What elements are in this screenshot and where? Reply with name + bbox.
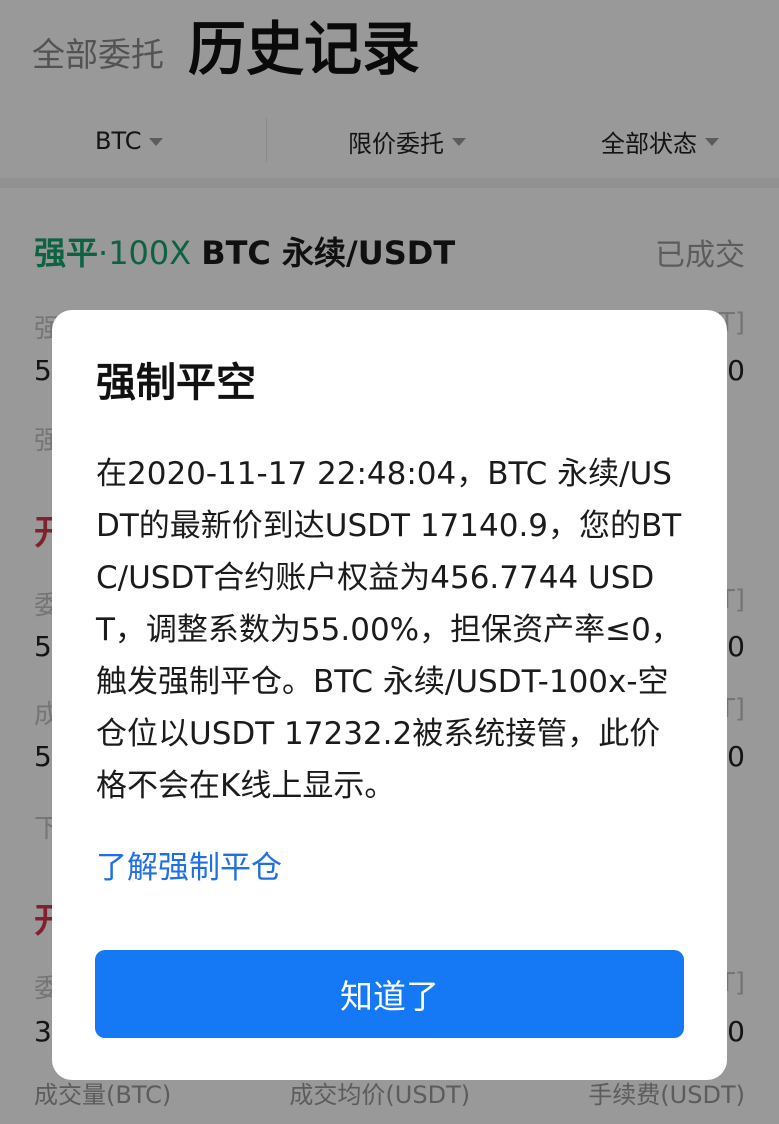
dialog-title: 强制平空	[96, 360, 256, 406]
order-history-page: 全部委托 历史记录 BTC 限价委托 全部状态 强平 ·100X BTC 永续/…	[0, 0, 779, 1124]
dialog-message: 在2020-11-17 22:48:04，BTC 永续/USDT的最新价到达US…	[96, 456, 682, 804]
acknowledge-button[interactable]: 知道了	[95, 950, 684, 1038]
liquidation-dialog: 强制平空 在2020-11-17 22:48:04，BTC 永续/USDT的最新…	[52, 310, 727, 1080]
learn-liquidation-link[interactable]: 了解强制平仓	[96, 842, 282, 887]
